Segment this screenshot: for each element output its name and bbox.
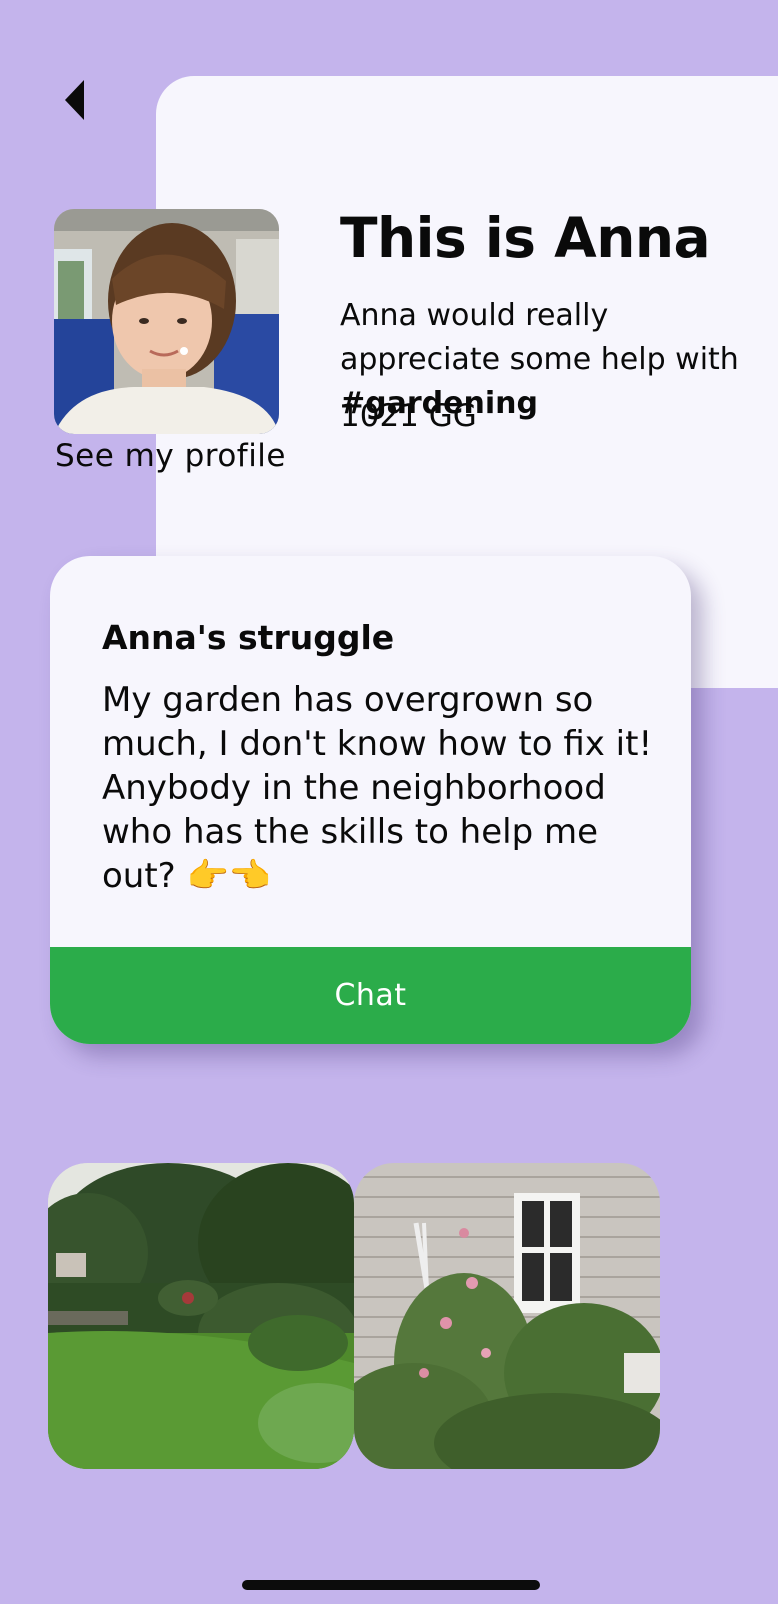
- see-profile-link[interactable]: See my profile: [55, 438, 286, 474]
- home-indicator[interactable]: [242, 1580, 540, 1590]
- avatar-image: [54, 209, 279, 434]
- page-title: This is Anna: [340, 206, 711, 270]
- garden-lawn-image: [48, 1163, 354, 1469]
- struggle-body: My garden has overgrown so much, I don't…: [102, 680, 653, 896]
- screen: See my profile This is Anna Anna would r…: [0, 0, 778, 1604]
- chat-button[interactable]: Chat: [50, 947, 691, 1044]
- house-photo[interactable]: [354, 1163, 660, 1469]
- house-window-image: [354, 1163, 660, 1469]
- back-triangle-icon: [65, 80, 84, 120]
- avatar[interactable]: [54, 209, 279, 434]
- struggle-title: Anna's struggle: [102, 618, 395, 657]
- help-request-prefix: Anna would really appreciate some help w…: [340, 298, 739, 377]
- points-balance: 1021 GG: [340, 398, 477, 434]
- garden-photo[interactable]: [48, 1163, 354, 1469]
- struggle-card: Anna's struggle My garden has overgrown …: [50, 556, 691, 1044]
- back-button[interactable]: [56, 74, 96, 126]
